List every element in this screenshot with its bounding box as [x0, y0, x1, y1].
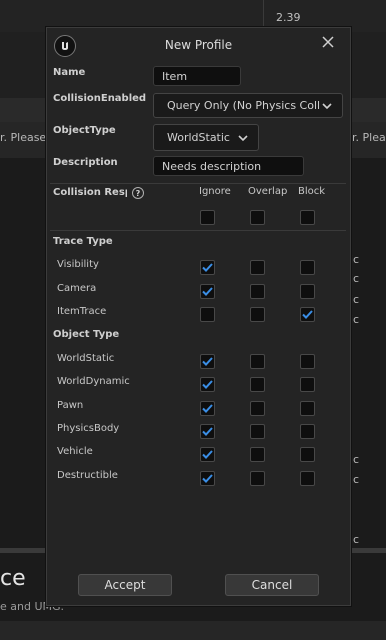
background-value: 2.39: [276, 11, 301, 24]
ignore-checkbox[interactable]: [200, 260, 215, 275]
background-fragment: ic: [350, 533, 360, 546]
ignore-checkbox[interactable]: [200, 423, 215, 439]
ignore-checkbox[interactable]: [200, 354, 215, 369]
block-all-checkbox[interactable]: [300, 210, 315, 225]
ignore-checkbox[interactable]: [200, 377, 215, 393]
help-icon[interactable]: ?: [132, 187, 144, 199]
background-bottom-bar: [0, 621, 386, 640]
block-checkbox[interactable]: [300, 400, 315, 416]
block-checkbox[interactable]: [300, 283, 315, 299]
block-checkbox[interactable]: [300, 260, 315, 275]
block-checkbox[interactable]: [300, 470, 315, 486]
divider: [50, 230, 346, 231]
collision-enabled-value: Query Only (No Physics Coll: [167, 99, 320, 112]
block-checkbox[interactable]: [300, 447, 315, 463]
response-row-label: Vehicle: [57, 446, 93, 458]
chevron-down-icon: [238, 134, 248, 141]
dialog-title: New Profile: [164, 38, 233, 52]
accept-button[interactable]: Accept: [78, 574, 172, 596]
ignore-checkbox[interactable]: [200, 470, 215, 486]
collision-enabled-label: CollisionEnabled: [53, 93, 147, 104]
name-label: Name: [53, 67, 86, 78]
overlap-checkbox[interactable]: [250, 354, 265, 369]
trace-type-section: Trace Type: [53, 236, 113, 247]
ignore-all-checkbox[interactable]: [200, 210, 215, 225]
overlap-checkbox[interactable]: [250, 400, 265, 416]
background-fragment: ic: [350, 293, 360, 306]
block-checkbox[interactable]: [300, 377, 315, 393]
response-row-label: Camera: [57, 282, 97, 294]
overlap-checkbox[interactable]: [250, 377, 265, 393]
block-checkbox[interactable]: [300, 354, 315, 369]
column-overlap: Overlap: [248, 186, 288, 197]
ignore-checkbox[interactable]: [200, 447, 215, 463]
background-fragment: ic: [350, 473, 360, 486]
object-type-label: ObjectType: [53, 125, 116, 136]
response-row-label: Destructible: [57, 469, 118, 481]
collision-responses-label: Collision Resp: [53, 187, 127, 198]
object-type-value: WorldStatic: [167, 131, 230, 144]
object-type-section: Object Type: [53, 329, 120, 340]
overlap-checkbox[interactable]: [250, 423, 265, 439]
overlap-checkbox[interactable]: [250, 260, 265, 275]
ignore-checkbox[interactable]: [200, 400, 215, 416]
overlap-checkbox[interactable]: [250, 307, 265, 322]
response-row-label: Visibility: [57, 259, 99, 270]
column-block: Block: [298, 186, 326, 197]
response-row-label: ItemTrace: [57, 306, 107, 317]
chevron-down-icon: [322, 102, 332, 109]
name-input[interactable]: Item: [153, 66, 241, 86]
response-row-label: PhysicsBody: [57, 422, 120, 434]
ignore-checkbox[interactable]: [200, 307, 215, 322]
background-fragment: ic: [350, 313, 360, 326]
overlap-checkbox[interactable]: [250, 470, 265, 486]
collision-enabled-dropdown[interactable]: Query Only (No Physics Coll: [153, 93, 343, 118]
ignore-checkbox[interactable]: [200, 283, 215, 299]
response-row-label: WorldDynamic: [57, 376, 130, 388]
overlap-checkbox[interactable]: [250, 283, 265, 299]
background-fragment: ic: [350, 253, 360, 266]
response-row-label: WorldStatic: [57, 353, 115, 364]
object-type-dropdown[interactable]: WorldStatic: [153, 124, 259, 151]
new-profile-dialog: New Profile Name Item CollisionEnabled Q…: [46, 27, 351, 606]
description-label: Description: [53, 157, 118, 168]
column-ignore: Ignore: [199, 186, 231, 197]
description-input[interactable]: Needs description: [153, 156, 304, 176]
block-checkbox[interactable]: [300, 423, 315, 439]
close-icon[interactable]: [319, 33, 337, 51]
background-heading: ce: [0, 566, 26, 591]
cancel-button[interactable]: Cancel: [225, 574, 319, 596]
background-message-right: r. Pleas: [352, 131, 386, 144]
block-checkbox[interactable]: [300, 307, 315, 322]
overlap-checkbox[interactable]: [250, 447, 265, 463]
response-row-label: Pawn: [57, 399, 84, 411]
background-fragment: ic: [350, 453, 360, 466]
divider: [50, 183, 346, 184]
overlap-all-checkbox[interactable]: [250, 210, 265, 225]
background-fragment: ic: [350, 272, 360, 285]
background-message-left: r. Please: [0, 131, 47, 144]
